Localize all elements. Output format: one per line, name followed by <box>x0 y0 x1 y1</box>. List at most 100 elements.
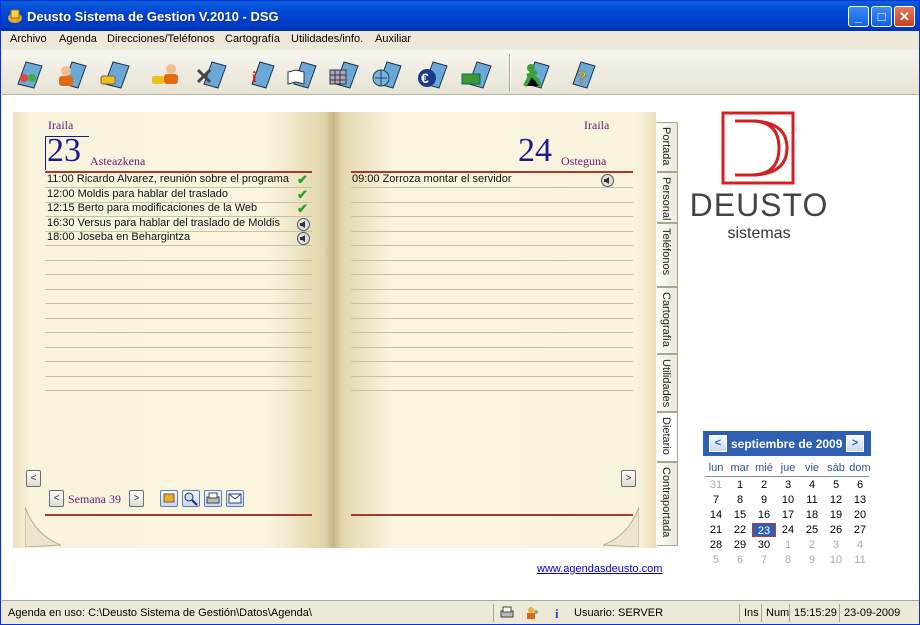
event-text[interactable]: 11:00 Ricardo Alvarez, reunión sobre el … <box>47 173 289 185</box>
calendar-day[interactable]: 12 <box>824 493 848 507</box>
print-icon[interactable] <box>204 490 222 507</box>
event-text[interactable]: 18:00 Joseba en Behargintza <box>47 231 190 243</box>
menu-utilidades[interactable]: Utilidades/info. <box>291 33 363 45</box>
exit-icon[interactable] <box>517 56 551 90</box>
tab-portada[interactable]: Portada <box>657 122 678 172</box>
calendar-day[interactable]: 3 <box>824 538 848 552</box>
calendar-day[interactable]: 27 <box>848 523 872 537</box>
event-text[interactable]: 12:00 Moldis para hablar del traslado <box>47 188 228 200</box>
user-icon[interactable] <box>54 56 88 90</box>
calendar-day[interactable]: 11 <box>800 493 824 507</box>
euro-icon[interactable]: € <box>415 56 449 90</box>
page-curl-left[interactable] <box>25 507 61 547</box>
users-status-icon[interactable] <box>526 606 540 620</box>
calendar-title[interactable]: septiembre de 2009 <box>731 437 842 451</box>
event-text[interactable]: 16:30 Versus para hablar del traslado de… <box>47 217 280 229</box>
calendar-day[interactable]: 26 <box>824 523 848 537</box>
calendar-day[interactable]: 4 <box>800 478 824 492</box>
speaker-icon[interactable] <box>601 174 614 187</box>
tab-dietario[interactable]: Dietario <box>657 412 678 462</box>
calendar-day[interactable]: 9 <box>752 493 776 507</box>
people-icon[interactable] <box>12 56 46 90</box>
prev-page-button[interactable]: < <box>26 470 41 487</box>
tab-contraportada[interactable]: Contraportada <box>657 462 678 546</box>
calendar-day[interactable]: 25 <box>800 523 824 537</box>
money-icon[interactable] <box>459 56 493 90</box>
calendar-day[interactable]: 24 <box>776 523 800 537</box>
calendar-prev-button[interactable]: < <box>709 435 727 452</box>
calendar-next-button[interactable]: > <box>846 435 864 452</box>
phone-book-icon[interactable] <box>97 56 131 90</box>
close-button[interactable]: ✕ <box>894 6 915 27</box>
calendar-day[interactable]: 22 <box>728 523 752 537</box>
mail-icon[interactable] <box>226 490 244 507</box>
calendar-day[interactable]: 20 <box>848 508 872 522</box>
calendar-day[interactable]: 16 <box>752 508 776 522</box>
calendar-day[interactable]: 19 <box>824 508 848 522</box>
printer-status-icon[interactable] <box>500 606 514 620</box>
menu-direcciones[interactable]: Direcciones/Teléfonos <box>107 33 215 45</box>
tab-utilidades[interactable]: Utilidades <box>657 354 678 412</box>
note-icon[interactable] <box>160 490 178 507</box>
calendar-day[interactable]: 21 <box>704 523 728 537</box>
calendar-day[interactable]: 2 <box>800 538 824 552</box>
page-curl-right[interactable] <box>603 507 639 547</box>
map-icon[interactable] <box>194 56 228 90</box>
next-page-button[interactable]: > <box>621 470 636 487</box>
calendar-day[interactable]: 13 <box>848 493 872 507</box>
title-bar[interactable]: Deusto Sistema de Gestion V.2010 - DSG _… <box>1 1 919 31</box>
calendar-day[interactable]: 7 <box>752 553 776 567</box>
calendar-day[interactable]: 9 <box>800 553 824 567</box>
calendar-day[interactable]: 11 <box>848 553 872 567</box>
calendar-day[interactable]: 28 <box>704 538 728 552</box>
book-icon[interactable] <box>284 56 318 90</box>
calendar-day[interactable]: 1 <box>728 478 752 492</box>
calendar-day[interactable]: 15 <box>728 508 752 522</box>
help-icon[interactable]: ? <box>563 56 597 90</box>
status-num: Num <box>762 604 790 622</box>
next-week-button[interactable]: > <box>129 490 144 507</box>
calendar-today[interactable]: 23 <box>752 523 776 537</box>
calendar-day[interactable]: 17 <box>776 508 800 522</box>
mini-calendar: < septiembre de 2009 > lun mar mié jue vie sá… <box>703 431 871 567</box>
calendar-day[interactable]: 5 <box>704 553 728 567</box>
tab-telefonos[interactable]: Teléfonos <box>657 223 678 287</box>
calendar-day[interactable]: 14 <box>704 508 728 522</box>
prev-week-button[interactable]: < <box>49 490 64 507</box>
calendar-day[interactable]: 10 <box>776 493 800 507</box>
menu-cartografia[interactable]: Cartografía <box>225 33 280 45</box>
calendar-day[interactable]: 6 <box>848 478 872 492</box>
calendar-day[interactable]: 8 <box>728 493 752 507</box>
menu-agenda[interactable]: Agenda <box>59 33 97 45</box>
maximize-button[interactable]: □ <box>871 6 892 27</box>
calendar-day[interactable]: 4 <box>848 538 872 552</box>
tab-personal[interactable]: Personal <box>657 172 678 223</box>
minimize-button[interactable]: _ <box>848 6 869 27</box>
event-text[interactable]: 09:00 Zorroza montar el servidor <box>352 173 512 185</box>
menu-archivo[interactable]: Archivo <box>10 33 47 45</box>
info-icon[interactable]: i <box>242 56 276 90</box>
search-icon[interactable] <box>182 490 200 507</box>
calendar-day[interactable]: 2 <box>752 478 776 492</box>
calendar-day[interactable]: 10 <box>824 553 848 567</box>
calendar-grid-icon[interactable] <box>326 56 360 90</box>
calendar-day[interactable]: 31 <box>704 478 728 492</box>
event-text[interactable]: 12:15 Berto para modificaciones de la We… <box>47 202 257 214</box>
website-link[interactable]: www.agendasdeusto.com <box>537 563 662 575</box>
speaker-icon[interactable] <box>297 232 310 245</box>
menu-auxiliar[interactable]: Auxiliar <box>375 33 411 45</box>
calendar-day[interactable]: 29 <box>728 538 752 552</box>
calendar-day[interactable]: 3 <box>776 478 800 492</box>
calendar-day[interactable]: 6 <box>728 553 752 567</box>
contacts-icon[interactable] <box>149 56 183 90</box>
globe-icon[interactable] <box>369 56 403 90</box>
calendar-day[interactable]: 7 <box>704 493 728 507</box>
calendar-day[interactable]: 18 <box>800 508 824 522</box>
calendar-day[interactable]: 8 <box>776 553 800 567</box>
calendar-day[interactable]: 1 <box>776 538 800 552</box>
tab-cartografia[interactable]: Cartografía <box>657 287 678 354</box>
calendar-day[interactable]: 5 <box>824 478 848 492</box>
speaker-icon[interactable] <box>297 217 310 231</box>
calendar-day[interactable]: 30 <box>752 538 776 552</box>
info-status-icon[interactable]: i <box>551 606 565 620</box>
